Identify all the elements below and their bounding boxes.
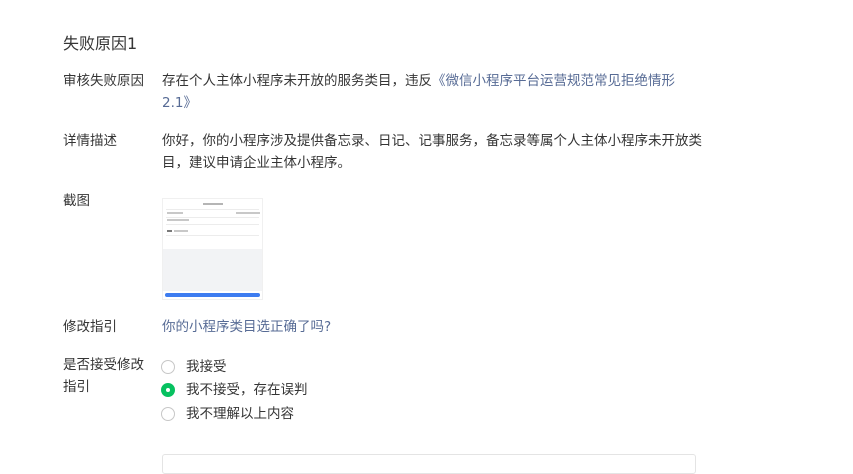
reason-label: 审核失败原因 (63, 73, 144, 89)
accept-label: 是否接受修改指引 (63, 357, 144, 395)
thumb-divider (166, 224, 259, 225)
thumb-divider (166, 209, 259, 210)
thumb-text-line (167, 219, 189, 221)
section-title: 失败原因1 (63, 34, 138, 53)
radio-label: 我不理解以上内容 (186, 406, 294, 422)
guide-value: 你的小程序类目选正确了吗? (162, 316, 702, 338)
feedback-input[interactable] (162, 454, 696, 474)
screenshot-label: 截图 (63, 193, 90, 209)
radio-option-reject[interactable]: 我不接受，存在误判 (161, 379, 308, 401)
screenshot-thumbnail[interactable] (162, 198, 263, 300)
thumb-text-line (167, 230, 172, 232)
reason-text: 存在个人主体小程序未开放的服务类目，违反 (162, 73, 432, 89)
radio-button[interactable] (161, 360, 175, 374)
thumb-title-bar (163, 203, 262, 206)
thumb-text-line (236, 212, 260, 214)
thumb-content-area (163, 249, 262, 291)
detail-label: 详情描述 (63, 133, 117, 149)
thumb-text-line (167, 212, 183, 214)
guide-link[interactable]: 你的小程序类目选正确了吗? (162, 319, 331, 335)
thumb-divider (166, 235, 259, 236)
radio-option-accept[interactable]: 我接受 (161, 356, 227, 378)
thumb-submit-button (165, 293, 260, 297)
radio-label: 我接受 (186, 359, 227, 375)
radio-label: 我不接受，存在误判 (186, 382, 308, 398)
thumb-divider (166, 217, 259, 218)
guide-label: 修改指引 (63, 319, 117, 335)
thumb-text-line (174, 230, 188, 232)
radio-button[interactable] (161, 407, 175, 421)
radio-button-checked[interactable] (161, 383, 175, 397)
detail-value: 你好，你的小程序涉及提供备忘录、日记、记事服务，备忘录等属个人主体小程序未开放类… (162, 133, 702, 171)
reason-value: 存在个人主体小程序未开放的服务类目，违反《微信小程序平台运营规范常见拒绝情形2.… (162, 70, 702, 114)
radio-option-unclear[interactable]: 我不理解以上内容 (161, 403, 294, 425)
